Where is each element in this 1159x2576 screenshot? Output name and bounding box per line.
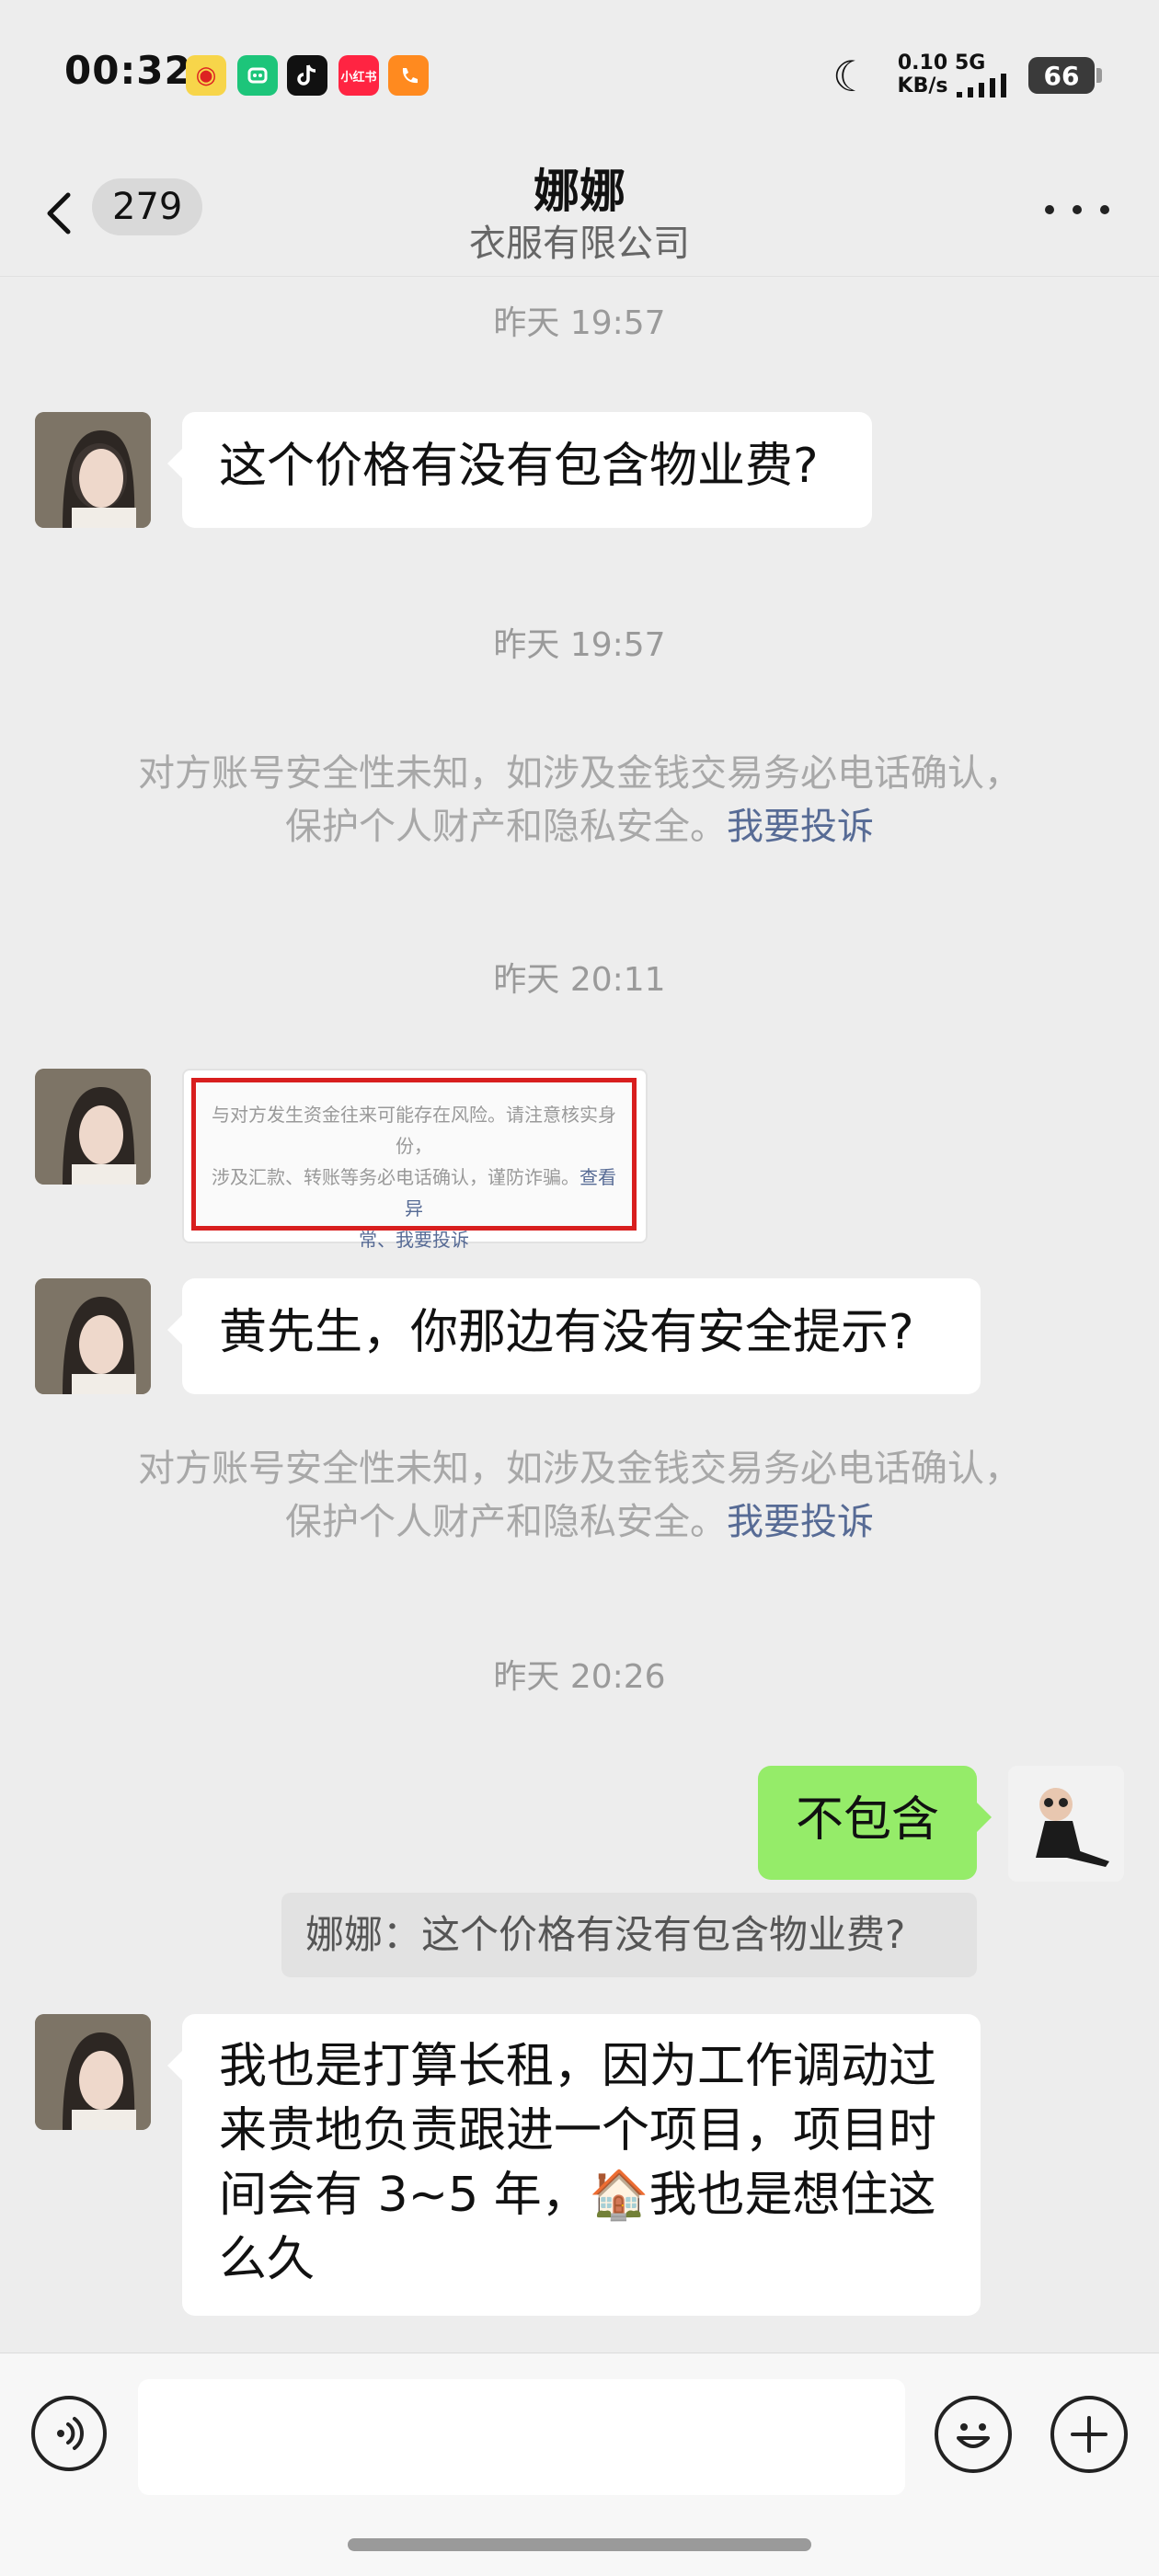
incoming-message[interactable]: 我也是打算长租，因为工作调动过来贵地负责跟进一个项目，项目时间会有 3~5 年，…: [167, 2014, 981, 2316]
report-link[interactable]: 我要投诉: [727, 806, 874, 848]
warning-screenshot: 与对方发生资金往来可能存在风险。请注意核实身份， 涉及汇款、转账等务必电话确认，…: [191, 1078, 637, 1251]
unread-count-badge[interactable]: 279: [92, 178, 203, 235]
network-speed-unit: KB/s: [897, 74, 948, 97]
contact-avatar[interactable]: [35, 1278, 151, 1394]
incoming-message[interactable]: 这个价格有没有包含物业费?: [167, 412, 872, 528]
network-type: 5G: [955, 52, 986, 74]
warning-line: 对方账号安全性未知，如涉及金钱交易务必电话确认，: [138, 752, 1021, 795]
warning-line: 保护个人财产和隐私安全。: [285, 806, 727, 848]
message-input[interactable]: [138, 2379, 905, 2495]
timestamp: 昨天 20:11: [493, 961, 666, 999]
incoming-message[interactable]: 黄先生，你那边有没有安全提示?: [167, 1278, 981, 1394]
emoji-icon: [957, 2423, 990, 2448]
back-chevron-icon: [47, 192, 71, 235]
voice-input-button[interactable]: [31, 2396, 107, 2471]
warning-line: 保护个人财产和隐私安全。: [285, 1501, 727, 1543]
chat-header: 娜娜 衣服有限公司 279: [0, 147, 1159, 277]
contact-avatar[interactable]: [35, 2014, 151, 2130]
more-options-button[interactable]: [1045, 191, 1109, 228]
back-button[interactable]: [40, 175, 96, 248]
voice-icon: [57, 2417, 84, 2450]
status-bar: 00:32 ◉ 小红书 ☾ 0.10 KB/s 5G 66: [0, 0, 1159, 147]
warning-line: 对方账号安全性未知，如涉及金钱交易务必电话确认，: [138, 1448, 1021, 1490]
plus-icon: [1071, 2416, 1107, 2453]
battery-icon: 66: [1028, 57, 1102, 94]
outgoing-message[interactable]: 不包含: [758, 1766, 992, 1880]
more-functions-button[interactable]: [1050, 2396, 1128, 2473]
timestamp: 昨天 20:26: [493, 1658, 666, 1696]
security-warning-notice: 对方账号安全性未知，如涉及金钱交易务必电话确认， 保护个人财产和隐私安全。我要投…: [74, 747, 1085, 853]
clock: 00:32: [64, 48, 192, 93]
app-green-icon: [237, 55, 278, 96]
security-warning-notice: 对方账号安全性未知，如涉及金钱交易务必电话确认， 保护个人财产和隐私安全。我要投…: [74, 1442, 1085, 1549]
emoji-button[interactable]: [935, 2396, 1012, 2473]
network-speed-value: 0.10: [897, 52, 948, 74]
report-link[interactable]: 我要投诉: [727, 1501, 874, 1543]
do-not-disturb-moon-icon: ☾: [832, 52, 871, 101]
weibo-icon: ◉: [186, 55, 226, 96]
contact-avatar[interactable]: [35, 412, 151, 528]
contact-avatar[interactable]: [35, 1069, 151, 1185]
image-message[interactable]: 与对方发生资金往来可能存在风险。请注意核实身份， 涉及汇款、转账等务必电话确认，…: [182, 1069, 648, 1251]
quoted-message[interactable]: 娜娜：这个价格有没有包含物业费?: [281, 1893, 977, 1977]
signal-bars-icon: [957, 74, 1006, 97]
my-avatar[interactable]: [1008, 1766, 1124, 1882]
battery-level: 66: [1043, 60, 1080, 91]
more-dots-icon: [1045, 205, 1054, 214]
xiaohongshu-icon: 小红书: [339, 55, 379, 96]
timestamp: 昨天 19:57: [493, 626, 666, 664]
network-speed: 0.10 KB/s: [890, 52, 955, 97]
home-indicator[interactable]: [348, 2538, 811, 2551]
tiktok-icon: [287, 55, 327, 96]
timestamp: 昨天 19:57: [493, 304, 666, 342]
phone-app-icon: [388, 55, 429, 96]
